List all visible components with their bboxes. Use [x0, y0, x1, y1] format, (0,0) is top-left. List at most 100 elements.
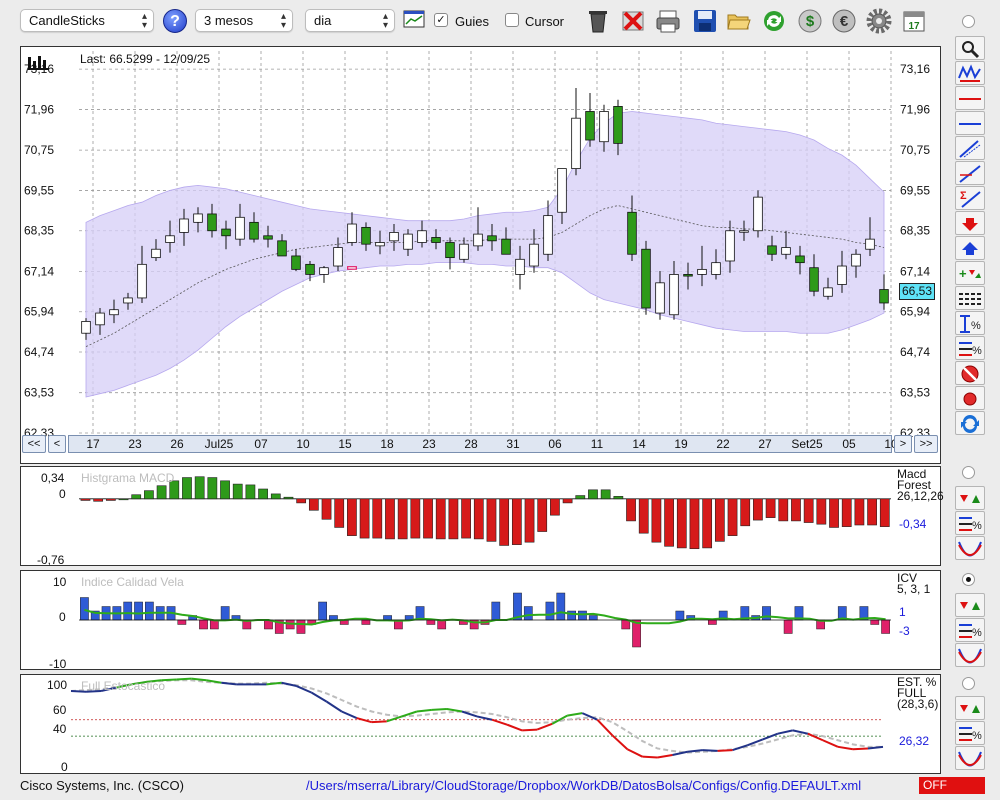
stoch-signals-button[interactable]: [955, 696, 985, 720]
date-tick-label: 06: [548, 437, 562, 451]
channel-icon: [959, 140, 981, 158]
candle[interactable]: [571, 87, 581, 176]
stoch-lines-percent-button[interactable]: %: [955, 721, 985, 745]
red-green-arrows-icon: [960, 602, 980, 610]
icv-curve-button[interactable]: [955, 643, 985, 667]
macd-bar: [308, 498, 319, 511]
chart-type-select[interactable]: CandleSticks ▴ ▾: [20, 9, 154, 32]
icv-bar: [318, 601, 327, 621]
indicator-tool-button[interactable]: [955, 61, 985, 85]
macd-panel: Histgrama MACD 0,34 0 -0,76 Macd Forest …: [20, 466, 944, 567]
dollar-sync-icon[interactable]: $: [797, 8, 823, 34]
fibonacci-tool-button[interactable]: Σ: [955, 186, 985, 210]
buy-arrow-button[interactable]: [955, 236, 985, 260]
print-icon[interactable]: [655, 8, 681, 34]
candle[interactable]: [753, 190, 763, 238]
zoom-tool-button[interactable]: [955, 36, 985, 60]
config-path-link[interactable]: /Users/mserra/Library/CloudStorage/Dropb…: [306, 778, 861, 793]
price-ytick-right: 65,94: [900, 305, 930, 319]
price-ytick-right: 67,14: [900, 264, 930, 278]
nav-next-button[interactable]: >: [894, 435, 912, 453]
nav-last-button[interactable]: >>: [914, 435, 938, 453]
cursor-checkbox[interactable]: [505, 13, 519, 27]
gear-icon[interactable]: [866, 8, 892, 34]
macd-bar: [613, 496, 624, 500]
horizontal-red-line-button[interactable]: [955, 86, 985, 110]
icv-bar: [361, 619, 371, 625]
horizontal-blue-line-button[interactable]: [955, 111, 985, 135]
plus-arrows-icon: +: [959, 266, 981, 281]
macd-lines-percent-button[interactable]: %: [955, 511, 985, 535]
candle-body-down: [207, 213, 217, 232]
svg-text:%: %: [972, 520, 982, 532]
date-axis[interactable]: 17 23 26 Jul25 07 10 15 18 23 28 31 06 11 14 19 22 27 Set…: [68, 435, 898, 453]
candle-body-down: [487, 235, 497, 242]
trash-icon[interactable]: [585, 8, 611, 34]
price-chart[interactable]: 73,1673,1671,9671,9670,7570,7569,5569,55…: [21, 47, 940, 463]
icv-bar: [296, 619, 306, 634]
price-ytick-left: 64,74: [24, 345, 54, 359]
stoch-main-segment: [371, 720, 387, 724]
icv-bar: [220, 606, 230, 621]
candle-body-up: [571, 117, 581, 169]
refresh-icon[interactable]: [761, 8, 787, 34]
nav-prev-button[interactable]: <: [48, 435, 66, 453]
icv-bar: [134, 601, 143, 621]
macd-bar: [270, 493, 281, 500]
chart-window-icon[interactable]: [403, 8, 429, 34]
lines-percent-button[interactable]: %: [955, 336, 985, 360]
candle-body-up: [109, 309, 119, 316]
icv-panel-radio[interactable]: [962, 573, 975, 586]
stoch-panel-radio[interactable]: [962, 677, 975, 690]
open-folder-icon[interactable]: [726, 8, 752, 34]
candles-icon: [958, 64, 981, 82]
macd-bar: [765, 498, 776, 518]
nav-first-button[interactable]: <<: [22, 435, 46, 453]
trendline-tool-button[interactable]: [955, 161, 985, 185]
swap-button[interactable]: [955, 411, 985, 435]
candle[interactable]: [319, 266, 329, 283]
stoch-curve-button[interactable]: [955, 746, 985, 770]
macd-bar: [791, 498, 801, 522]
cancel-drawing-button[interactable]: [955, 361, 985, 385]
candle-body-up: [739, 230, 749, 233]
stoch-main-segment: [567, 712, 583, 717]
icv-signals-button[interactable]: [955, 593, 985, 617]
calendar-icon[interactable]: 17: [901, 8, 927, 34]
period-select[interactable]: 3 mesos ▴ ▾: [195, 9, 293, 32]
icv-lines-percent-button[interactable]: %: [955, 618, 985, 642]
macd-curve-button[interactable]: [955, 536, 985, 560]
delete-icon[interactable]: [620, 8, 646, 34]
mode-badge[interactable]: OFF: [919, 777, 985, 794]
stoch-main-segment: [626, 748, 643, 758]
date-tick-label: 23: [422, 437, 436, 451]
icv-value-1: 1: [899, 605, 906, 619]
macd-panel-radio[interactable]: [962, 466, 975, 479]
candle-body-up: [599, 111, 609, 143]
candle[interactable]: [445, 237, 455, 270]
sell-arrow-button[interactable]: [955, 211, 985, 235]
channel-tool-button[interactable]: [955, 136, 985, 160]
last-price-label: Last: 66.5299 - 12/09/25: [80, 52, 211, 66]
guides-checkbox[interactable]: ✓: [434, 13, 448, 27]
date-tick-label: 28: [464, 437, 478, 451]
stoch-ytick-40: 40: [53, 722, 67, 736]
macd-bar: [588, 489, 598, 500]
range-percent-button[interactable]: %: [955, 311, 985, 335]
date-tick-label: 19: [674, 437, 688, 451]
candle-body-up: [823, 287, 833, 297]
stoch-main-segment: [822, 739, 839, 748]
grid-lines-button[interactable]: [955, 286, 985, 310]
candle[interactable]: [641, 240, 651, 315]
candle-body-down: [683, 274, 693, 277]
macd-signals-button[interactable]: [955, 486, 985, 510]
interval-select[interactable]: dia ▴ ▾: [305, 9, 395, 32]
add-signals-button[interactable]: +: [955, 261, 985, 285]
help-icon[interactable]: ?: [163, 9, 187, 33]
euro-icon[interactable]: €: [831, 8, 857, 34]
stoch-main-segment: [311, 691, 328, 703]
save-icon[interactable]: [692, 8, 718, 34]
record-button[interactable]: [955, 386, 985, 410]
price-panel-radio[interactable]: [962, 15, 975, 28]
candle[interactable]: [585, 92, 595, 147]
